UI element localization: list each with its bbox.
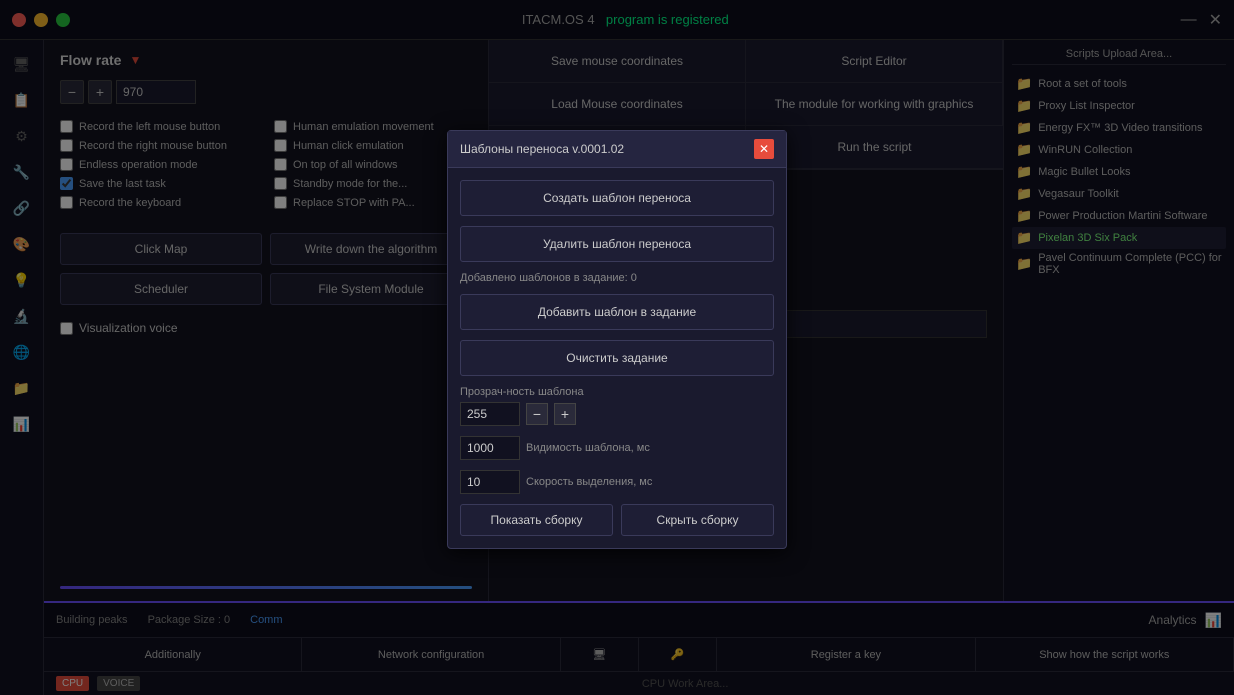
modal-body: Создать шаблон переноса Удалить шаблон п… (448, 168, 786, 548)
templates-added-info: Добавлено шаблонов в задание: 0 (460, 272, 774, 284)
transparency-row: Прозрач-ность шаблона − + (460, 386, 774, 426)
delete-template-button[interactable]: Удалить шаблон переноса (460, 226, 774, 262)
show-assembly-button[interactable]: Показать сборку (460, 504, 613, 536)
speed-label: Скорость выделения, мс (526, 476, 652, 488)
transparency-label: Прозрач-ность шаблона (460, 386, 774, 398)
assembly-buttons: Показать сборку Скрыть сборку (460, 504, 774, 536)
modal-dialog: Шаблоны переноса v.0001.02 ✕ Создать шаб… (447, 130, 787, 549)
transparency-controls: − + (460, 402, 774, 426)
transparency-decrement-button[interactable]: − (526, 403, 548, 425)
speed-row: Скорость выделения, мс (460, 470, 774, 494)
modal-header: Шаблоны переноса v.0001.02 ✕ (448, 131, 786, 168)
modal-close-button[interactable]: ✕ (754, 139, 774, 159)
add-to-task-button[interactable]: Добавить шаблон в задание (460, 294, 774, 330)
visibility-input[interactable] (460, 436, 520, 460)
modal-overlay: Шаблоны переноса v.0001.02 ✕ Создать шаб… (0, 0, 1234, 695)
speed-input[interactable] (460, 470, 520, 494)
modal-title: Шаблоны переноса v.0001.02 (460, 142, 624, 156)
clear-task-button[interactable]: Очистить задание (460, 340, 774, 376)
transparency-increment-button[interactable]: + (554, 403, 576, 425)
transparency-input[interactable] (460, 402, 520, 426)
visibility-label: Видимость шаблона, мс (526, 442, 650, 454)
visibility-row: Видимость шаблона, мс (460, 436, 774, 460)
create-template-button[interactable]: Создать шаблон переноса (460, 180, 774, 216)
hide-assembly-button[interactable]: Скрыть сборку (621, 504, 774, 536)
